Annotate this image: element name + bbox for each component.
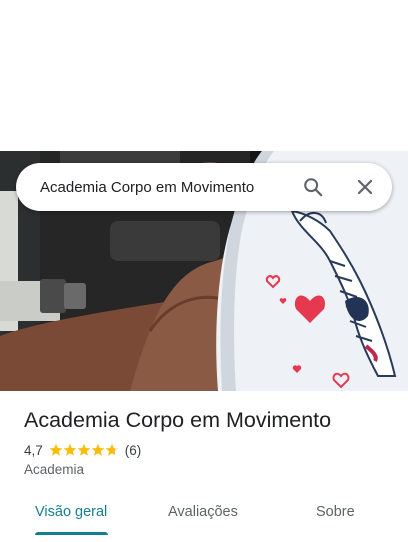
place-title: Academia Corpo em Movimento <box>24 408 332 432</box>
rating-value: 4,7 <box>24 442 43 458</box>
tab-reviews[interactable]: Avaliações <box>168 504 238 520</box>
tab-overview[interactable]: Visão geral <box>35 504 107 520</box>
tab-about[interactable]: Sobre <box>316 504 355 520</box>
search-button[interactable] <box>293 167 333 207</box>
place-category[interactable]: Academia <box>24 462 394 477</box>
search-bar[interactable]: Academia Corpo em Movimento <box>16 163 392 211</box>
active-tab-indicator <box>35 532 108 535</box>
star-icon <box>63 444 76 456</box>
star-icon <box>105 444 118 456</box>
top-blank-area <box>0 0 408 151</box>
review-count: (6) <box>124 442 142 458</box>
close-icon <box>357 179 373 195</box>
place-info: Academia Corpo em Movimento 4,7 (6) Acad… <box>24 405 394 477</box>
star-icon <box>49 444 62 456</box>
search-input[interactable]: Academia Corpo em Movimento <box>16 179 293 196</box>
star-rating <box>49 443 119 457</box>
star-icon <box>77 444 90 456</box>
place-tabs: Visão geral Avaliações Sobre <box>0 492 408 542</box>
rating-row[interactable]: 4,7 (6) <box>24 440 394 460</box>
search-icon <box>304 178 323 197</box>
star-icon <box>91 444 104 456</box>
close-button[interactable] <box>345 167 385 207</box>
